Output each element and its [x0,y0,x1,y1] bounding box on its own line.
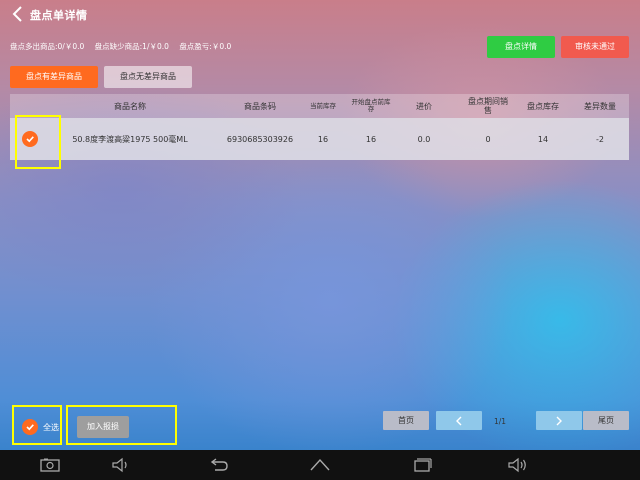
col-purchase-price: 进价 [416,101,432,111]
system-nav-bar [0,450,640,480]
add-report-loss-button[interactable]: 加入报损 [77,416,129,438]
chevron-right-icon [556,416,562,425]
summary-over: 盘点多出商品:0/￥0.0 [10,42,85,51]
summary-line: 盘点多出商品:0/￥0.0 盘点缺少商品:1/￥0.0 盘点盈亏:￥0.0 [10,41,239,52]
chevron-left-icon [456,416,462,425]
screenshot-icon[interactable] [38,457,62,473]
checkmark-icon [26,424,34,431]
volume-up-icon[interactable] [505,457,529,473]
items-table: 商品名称 商品条码 当前库存 开始盘点前库 存 进价 盘点期间销 售 盘点库存 … [10,94,629,160]
cell-current-stock: 16 [317,134,329,144]
col-period-sales: 盘点期间销 售 [456,94,520,118]
first-page-button[interactable]: 首页 [383,411,429,430]
prev-page-button[interactable] [436,411,482,430]
col-name: 商品名称 [114,101,146,111]
cell-counted-stock: 14 [537,134,549,144]
cell-purchase-price: 0.0 [417,134,431,144]
cell-name: 50.8度李渡高粱1975 500毫ML [72,134,188,144]
back-icon[interactable] [206,457,230,473]
select-all-label[interactable]: 全选 [43,422,59,433]
top-bar: 盘点单详情 [0,0,640,28]
next-page-button[interactable] [536,411,582,430]
col-period-sales-line2: 售 [484,106,492,115]
volume-down-icon[interactable] [108,457,132,473]
inventory-detail-button[interactable]: 盘点详情 [487,36,555,58]
row-checkbox[interactable] [12,118,48,160]
table-header: 商品名称 商品条码 当前库存 开始盘点前库 存 进价 盘点期间销 售 盘点库存 … [10,94,629,118]
select-all-checkbox[interactable] [22,419,38,435]
summary-profit: 盘点盈亏:￥0.0 [179,42,232,51]
reject-audit-button[interactable]: 审核未通过 [561,36,629,58]
cell-barcode: 6930685303926 [226,134,294,144]
back-arrow-icon[interactable] [12,6,24,22]
col-period-sales-line1: 盘点期间销 [468,97,508,106]
page-indicator: 1/1 [494,417,507,426]
tab-diff-items[interactable]: 盘点有差异商品 [10,66,98,88]
col-barcode: 商品条码 [244,101,276,111]
page-title: 盘点单详情 [30,9,88,22]
col-start-stock: 开始盘点前库 存 [344,94,398,118]
col-counted-stock: 盘点库存 [527,101,559,111]
col-current-stock: 当前库存 [310,101,336,110]
home-icon[interactable] [308,457,332,473]
summary-short: 盘点缺少商品:1/￥0.0 [94,42,169,51]
checkmark-icon [22,131,38,147]
recents-icon[interactable] [410,457,434,473]
cell-difference: -2 [596,134,604,144]
col-difference: 差异数量 [584,101,616,111]
cell-period-sales: 0 [485,134,491,144]
last-page-button[interactable]: 尾页 [583,411,629,430]
table-row[interactable]: 50.8度李渡高粱1975 500毫ML 6930685303926 16 16… [10,118,629,160]
col-start-stock-line2: 存 [367,105,375,113]
tab-no-diff-items[interactable]: 盘点无差异商品 [104,66,192,88]
cell-start-stock: 16 [365,134,377,144]
